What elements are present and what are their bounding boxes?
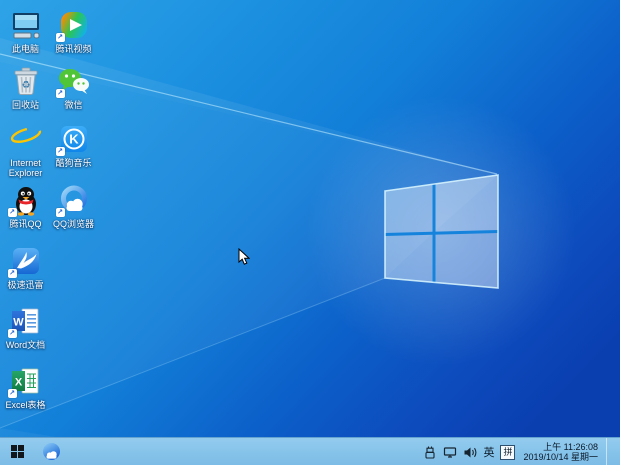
shortcut-arrow-badge: ↗: [8, 389, 17, 398]
this-pc-icon: [9, 8, 43, 42]
word-icon: W ↗: [9, 304, 43, 338]
desktop-icon-label: QQ浏览器: [53, 219, 94, 229]
windows-start-icon: [11, 445, 24, 458]
desktop-icon-internet-explorer[interactable]: e Internet Explorer: [2, 122, 49, 178]
qq-browser-icon: ↗: [57, 183, 91, 217]
desktop-icon-label: Word文档: [6, 340, 45, 350]
ime-pinyin-indicator[interactable]: 拼: [500, 445, 515, 460]
thunder-icon: ↗: [9, 244, 43, 278]
shortcut-arrow-badge: ↗: [8, 329, 17, 338]
desktop-icon-label: 腾讯视频: [55, 44, 91, 54]
taskbar-qq-browser-button[interactable]: [34, 438, 68, 465]
shortcut-arrow-badge: ↗: [56, 208, 65, 217]
system-tray: 英 拼 上午 11:26:08 2019/10/14 星期一: [423, 438, 620, 465]
clock[interactable]: 上午 11:26:08 2019/10/14 星期一: [521, 442, 600, 463]
excel-icon: X ↗: [9, 364, 43, 398]
qq-browser-taskbar-icon: [42, 442, 61, 461]
start-button[interactable]: [0, 438, 34, 465]
taskbar: 英 拼 上午 11:26:08 2019/10/14 星期一: [0, 437, 620, 465]
desktop-icon-qq-browser[interactable]: ↗ QQ浏览器: [50, 183, 97, 229]
shortcut-arrow-badge: ↗: [56, 147, 65, 156]
desktop-icon-label: 微信: [64, 100, 82, 110]
desktop-icon-recycle-bin[interactable]: ♻ 回收站: [2, 64, 49, 110]
desktop-icon-label: 腾讯QQ: [9, 219, 41, 229]
wechat-icon: ↗: [57, 64, 91, 98]
network-icon[interactable]: [443, 445, 457, 459]
mouse-cursor: [238, 248, 250, 266]
desktop: 此电脑 ↗ 腾讯视频: [0, 0, 620, 465]
svg-text:X: X: [14, 377, 22, 389]
svg-text:K: K: [69, 132, 79, 147]
desktop-icon-kugou-music[interactable]: K ↗ 酷狗音乐: [50, 122, 97, 168]
shortcut-arrow-badge: ↗: [56, 33, 65, 42]
kugou-music-icon: K ↗: [57, 122, 91, 156]
desktop-icon-thunder[interactable]: ↗ 极速迅雷: [2, 244, 49, 290]
internet-explorer-icon: e: [9, 122, 43, 156]
clock-time: 上午 11:26:08: [543, 442, 598, 453]
desktop-icon-word[interactable]: W ↗ Word文档: [2, 304, 49, 350]
tencent-video-icon: ↗: [57, 8, 91, 42]
desktop-icon-excel[interactable]: X ↗ Excel表格: [2, 364, 49, 410]
desktop-icon-label: 极速迅雷: [7, 280, 43, 290]
clock-date: 2019/10/14 星期一: [523, 452, 598, 463]
show-desktop-button[interactable]: [606, 438, 612, 465]
usb-device-icon[interactable]: [423, 445, 437, 459]
shortcut-arrow-badge: ↗: [8, 269, 17, 278]
desktop-icon-label: 此电脑: [12, 44, 39, 54]
svg-text:W: W: [13, 317, 24, 329]
desktop-icon-label: Excel表格: [5, 400, 45, 410]
desktop-icon-this-pc[interactable]: 此电脑: [2, 8, 49, 54]
desktop-icon-wechat[interactable]: ↗ 微信: [50, 64, 97, 110]
desktop-icon-label: 回收站: [12, 100, 39, 110]
volume-icon[interactable]: [463, 445, 477, 459]
shortcut-arrow-badge: ↗: [8, 208, 17, 217]
windows-logo: [385, 175, 498, 288]
recycle-bin-icon: ♻: [9, 64, 43, 98]
desktop-icon-label: Internet Explorer: [2, 158, 49, 178]
tencent-qq-icon: ↗: [9, 183, 43, 217]
desktop-icon-label: 酷狗音乐: [55, 158, 91, 168]
desktop-icon-tencent-video[interactable]: ↗ 腾讯视频: [50, 8, 97, 54]
desktop-icon-grid: 此电脑 ↗ 腾讯视频: [2, 0, 102, 437]
shortcut-arrow-badge: ↗: [56, 89, 65, 98]
desktop-icon-tencent-qq[interactable]: ↗ 腾讯QQ: [2, 183, 49, 229]
ime-language-indicator[interactable]: 英: [483, 444, 494, 460]
svg-text:♻: ♻: [21, 80, 30, 91]
